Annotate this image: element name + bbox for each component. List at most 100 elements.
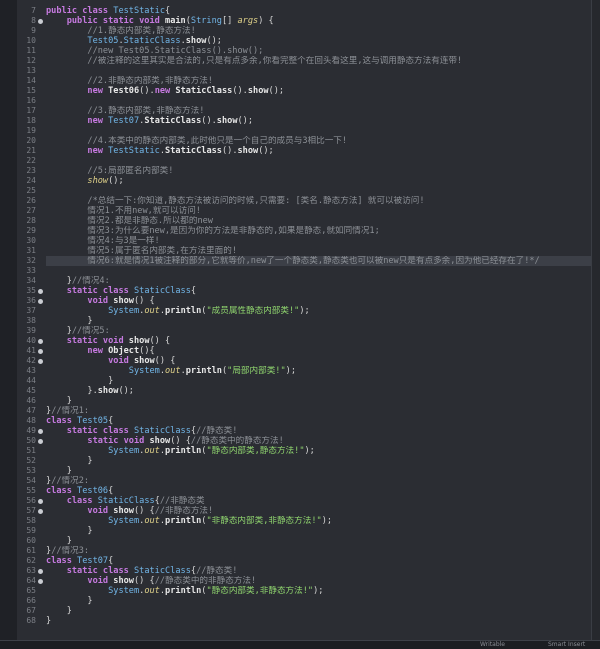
fold-toggle-icon[interactable] <box>38 288 43 294</box>
code-line[interactable]: 情况5:属于匿名内部类,在方法里面的! <box>46 246 592 256</box>
code-line[interactable]: System.out.println("静态内部类,非静态方法!"); <box>46 586 592 596</box>
line-number: 12 <box>26 56 36 65</box>
code-line[interactable]: }.show(); <box>46 386 592 396</box>
code-line[interactable] <box>46 126 592 136</box>
code-area[interactable]: public class TestStatic{ public static v… <box>46 0 592 640</box>
code-line[interactable]: static class StaticClass{ <box>46 286 592 296</box>
line-number: 62 <box>26 556 36 565</box>
code-line[interactable]: new Test06().new StaticClass().show(); <box>46 86 592 96</box>
code-token: /*总结一下:你知道,静态方法被访问的时候,只需要: [类名.静态方法] 就可以… <box>87 196 425 206</box>
code-token: (); <box>206 36 222 46</box>
code-token: //3.静态内部类,非静态方法! <box>87 106 205 116</box>
code-line[interactable]: void show() {//非静态方法! <box>46 506 592 516</box>
code-token: new <box>154 86 176 96</box>
code-line[interactable]: System.out.println("非静态内部类,非静态方法!"); <box>46 516 592 526</box>
code-line[interactable]: class StaticClass{//非静态类 <box>46 496 592 506</box>
code-line[interactable]: new Test07.StaticClass().show(); <box>46 116 592 126</box>
code-line[interactable]: public class TestStatic{ <box>46 6 592 16</box>
code-line[interactable]: System.out.println("成员属性静态内部类!"); <box>46 306 592 316</box>
code-line[interactable]: }//情况4: <box>46 276 592 286</box>
code-line[interactable]: class Test05{ <box>46 416 592 426</box>
code-line[interactable]: static class StaticClass{//静态类! <box>46 426 592 436</box>
code-token: show <box>185 36 207 46</box>
code-line[interactable]: }//情况2: <box>46 476 592 486</box>
code-editor[interactable]: 7 8 9 10 11 12 13 14 15 16 17 18 19 20 21 22 23 24 25 26 27 2… <box>0 0 600 640</box>
fold-toggle-icon[interactable] <box>38 498 43 504</box>
code-line[interactable]: //new Test05.StaticClass().show(); <box>46 46 592 56</box>
code-line[interactable]: } <box>46 596 592 606</box>
code-line[interactable] <box>46 186 592 196</box>
code-line[interactable]: new TestStatic.StaticClass().show(); <box>46 146 592 156</box>
code-line[interactable] <box>46 96 592 106</box>
fold-toggle-icon[interactable] <box>38 428 43 434</box>
fold-toggle-icon[interactable] <box>38 348 43 354</box>
code-line[interactable]: //被注释的这里其实是合法的,只是有点多余,你看完整个在回头看这里,这与调用静态… <box>46 56 592 66</box>
code-token: println <box>165 446 202 456</box>
code-line[interactable]: } <box>46 536 592 546</box>
code-line[interactable]: class Test07{ <box>46 556 592 566</box>
code-line[interactable]: void show() { <box>46 356 592 366</box>
fold-toggle-icon[interactable] <box>38 298 43 304</box>
code-line[interactable]: 情况3:为什么要new,是因为你的方法是非静态的,如果是静态,就如同情况1; <box>46 226 592 236</box>
fold-toggle-icon[interactable] <box>38 18 43 24</box>
fold-toggle-icon[interactable] <box>38 338 43 344</box>
code-line[interactable]: } <box>46 606 592 616</box>
code-token: () { <box>133 296 155 306</box>
code-line[interactable]: class Test06{ <box>46 486 592 496</box>
code-line[interactable]: /*总结一下:你知道,静态方法被访问的时候,只需要: [类名.静态方法] 就可以… <box>46 196 592 206</box>
code-token: void <box>87 576 114 586</box>
code-token: //1.静态内部类,静态方法! <box>87 26 196 36</box>
code-line[interactable]: show(); <box>46 176 592 186</box>
code-line[interactable]: }//情况1: <box>46 406 592 416</box>
line-number: 43 <box>26 366 36 375</box>
code-line[interactable]: } <box>46 456 592 466</box>
code-line[interactable]: System.out.println("静态内部类,静态方法!"); <box>46 446 592 456</box>
code-line[interactable]: Test05.StaticClass.show(); <box>46 36 592 46</box>
code-line[interactable]: } <box>46 396 592 406</box>
code-line[interactable]: } <box>46 316 592 326</box>
code-line[interactable]: 情况4:与3是一样! <box>46 236 592 246</box>
code-line[interactable]: }//情况5: <box>46 326 592 336</box>
code-line[interactable] <box>46 266 592 276</box>
code-line[interactable] <box>46 66 592 76</box>
overview-ruler[interactable] <box>591 0 600 640</box>
code-line[interactable] <box>46 156 592 166</box>
code-token: show <box>113 296 134 306</box>
code-token: () { <box>133 576 155 586</box>
code-token: (); <box>268 86 285 96</box>
code-token: //非静态类 <box>159 496 205 506</box>
code-line[interactable]: static void show() {//静态类中的静态方法! <box>46 436 592 446</box>
code-line[interactable]: //3.静态内部类,非静态方法! <box>46 106 592 116</box>
code-line[interactable]: new Object(){ <box>46 346 592 356</box>
code-line[interactable]: 情况1.不用new,就可以访问! <box>46 206 592 216</box>
code-line[interactable]: } <box>46 526 592 536</box>
code-line[interactable]: static void show() { <box>46 336 592 346</box>
code-line[interactable]: } <box>46 466 592 476</box>
code-line[interactable]: void show() { <box>46 296 592 306</box>
fold-toggle-icon[interactable] <box>38 568 43 574</box>
code-line[interactable]: //1.静态内部类,静态方法! <box>46 26 592 36</box>
fold-toggle-icon[interactable] <box>38 508 43 514</box>
code-line[interactable]: } <box>46 376 592 386</box>
line-number: 38 <box>26 316 36 325</box>
code-token: main <box>165 16 186 26</box>
code-line[interactable]: void show() {//静态类中的非静态方法! <box>46 576 592 586</box>
code-line[interactable]: System.out.println("局部内部类!"); <box>46 366 592 376</box>
code-token: void <box>108 356 134 366</box>
code-line[interactable]: 情况2.都是非静态.所以都的new <box>46 216 592 226</box>
code-line[interactable]: } <box>46 616 592 626</box>
code-line[interactable]: public static void main(String[] args) { <box>46 16 592 26</box>
code-line[interactable]: //2.非静态内部类,非静态方法! <box>46 76 592 86</box>
fold-toggle-icon[interactable] <box>38 578 43 584</box>
line-number: 28 <box>26 216 36 225</box>
code-line[interactable]: }//情况3: <box>46 546 592 556</box>
code-line[interactable]: //5:局部匿名内部类! <box>46 166 592 176</box>
line-number: 57 <box>26 506 36 515</box>
code-line[interactable]: //4.本类中的静态内部类,此时他只是一个自己的成员与3相比一下! <box>46 136 592 146</box>
fold-toggle-icon[interactable] <box>38 358 43 364</box>
code-line[interactable]: static class StaticClass{//静态类! <box>46 566 592 576</box>
code-token: 情况2.都是非静态.所以都的new <box>87 216 213 226</box>
fold-toggle-icon[interactable] <box>38 438 43 444</box>
code-line[interactable]: 情况6:就是情况1被注释的部分,它就等价,new了一个静态类,静态类也可以被ne… <box>46 256 592 266</box>
